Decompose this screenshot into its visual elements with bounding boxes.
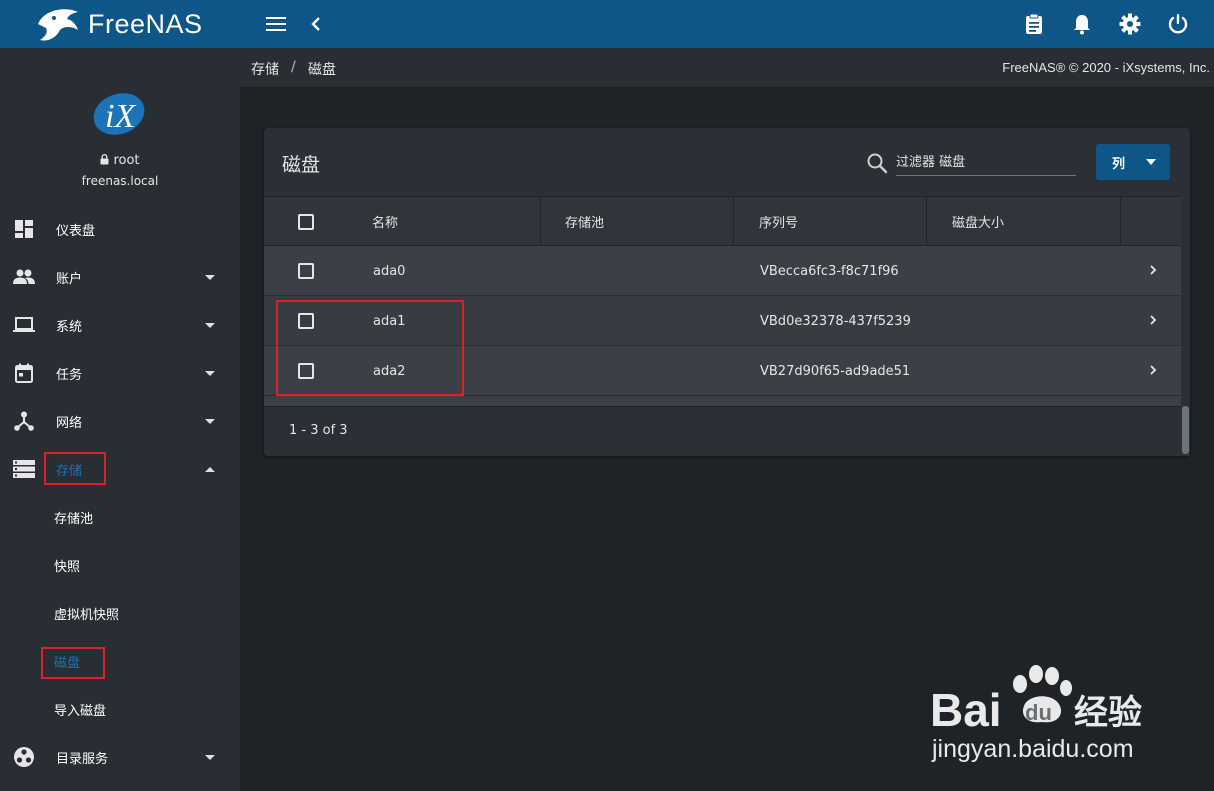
sidebar-item-accounts[interactable]: 账户 <box>0 253 240 301</box>
table-footer: 1 - 3 of 3 <box>264 406 1181 456</box>
sidebar-item-label: 系统 <box>56 319 83 335</box>
baidu-jingyan-watermark: Bai du 经验 jingyan.baidu.com <box>930 665 1142 763</box>
watermark-brand: Bai <box>930 684 1002 736</box>
copyright-text: FreeNAS® © 2020 - iXsystems, Inc. <box>1002 60 1210 75</box>
breadcrumb-storage[interactable]: 存储 <box>251 59 279 79</box>
table-scrollbar[interactable] <box>1181 246 1190 456</box>
columns-button[interactable]: 列 <box>1096 144 1170 180</box>
calendar-icon <box>13 362 35 384</box>
chevron-left-icon[interactable] <box>304 12 328 36</box>
column-divider <box>926 197 927 245</box>
profile-panel: iX root freenas.local <box>0 48 240 198</box>
pagination-text: 1 - 3 of 3 <box>289 423 348 438</box>
sidebar-item-label: 账户 <box>56 271 83 287</box>
logo-text: FreeNAS <box>88 8 203 39</box>
chevron-down-icon <box>205 418 215 424</box>
table-row-spacer <box>264 396 1181 406</box>
sidebar-item-tasks[interactable]: 任务 <box>0 349 240 397</box>
bell-icon[interactable] <box>1070 12 1094 36</box>
sidebar-subitem-label: 存储池 <box>54 511 94 527</box>
laptop-icon <box>13 314 35 336</box>
people-icon <box>13 266 35 288</box>
card-title: 磁盘 <box>282 154 321 176</box>
sidebar-subitem-label: 快照 <box>54 559 81 575</box>
breadcrumb-disks: 磁盘 <box>308 62 336 78</box>
row-checkbox[interactable] <box>298 263 314 279</box>
column-header-name[interactable]: 名称 <box>372 197 398 245</box>
column-header-pool[interactable]: 存储池 <box>565 197 604 245</box>
sidebar-subitem-vm-snapshots[interactable]: 虚拟机快照 <box>0 589 240 637</box>
breadcrumb-separator: / <box>291 59 296 75</box>
disk-serial: VBecca6fc3-f8c71f96 <box>760 263 899 279</box>
sidebar: iX root freenas.local 仪表盘 账户 系统 任务 网络 存储… <box>0 48 240 791</box>
highlight-box <box>41 647 105 679</box>
chevron-right-icon[interactable] <box>1147 260 1159 280</box>
watermark-brand-suffix: 经验 <box>1074 693 1142 733</box>
column-divider <box>1120 197 1121 245</box>
sidebar-item-label: 网络 <box>56 415 83 431</box>
user-line: root <box>0 153 240 168</box>
search-icon <box>867 153 888 174</box>
chevron-down-icon <box>205 274 215 280</box>
chevron-right-icon[interactable] <box>1147 360 1159 380</box>
ixsystems-logo-icon: iX <box>93 93 145 135</box>
sidebar-item-storage[interactable]: 存储 <box>0 445 240 493</box>
hamburger-menu-icon[interactable] <box>264 12 288 36</box>
sidebar-subitem-label: 虚拟机快照 <box>54 607 120 623</box>
sidebar-item-network[interactable]: 网络 <box>0 397 240 445</box>
sidebar-subitem-label: 导入磁盘 <box>54 703 107 719</box>
gear-icon[interactable] <box>1118 12 1142 36</box>
column-divider <box>540 197 541 245</box>
disks-card: 磁盘 列 名称 存储池 序列号 磁盘大小 ada0 VBecca6fc3-f8c… <box>264 128 1190 456</box>
sidebar-subitem-disks[interactable]: 磁盘 <box>0 637 240 685</box>
sidebar-subitem-import-disk[interactable]: 导入磁盘 <box>0 685 240 733</box>
svg-text:iX: iX <box>105 98 136 135</box>
chevron-up-icon <box>205 466 215 472</box>
power-icon[interactable] <box>1166 12 1190 36</box>
column-divider <box>733 197 734 245</box>
lock-icon <box>100 154 109 165</box>
column-header-serial[interactable]: 序列号 <box>759 197 798 245</box>
dashboard-icon <box>13 218 35 240</box>
chevron-down-icon <box>205 370 215 376</box>
directory-icon <box>13 746 35 768</box>
sidebar-item-directory-services[interactable]: 目录服务 <box>0 733 240 781</box>
watermark-brand-du: du <box>1025 700 1052 725</box>
chevron-right-icon[interactable] <box>1147 310 1159 330</box>
chevron-down-icon <box>205 322 215 328</box>
highlight-box <box>44 452 106 485</box>
hostname: freenas.local <box>81 174 159 188</box>
network-icon <box>13 410 35 432</box>
select-all-checkbox[interactable] <box>298 214 314 230</box>
storage-icon <box>13 458 35 480</box>
caret-down-icon <box>1146 159 1156 165</box>
disk-serial: VBd0e32378-437f5239 <box>760 313 911 329</box>
logo[interactable]: FreeNAS <box>0 0 240 48</box>
disk-serial: VB27d90f65-ad9ade51 <box>760 363 911 379</box>
sidebar-item-system[interactable]: 系统 <box>0 301 240 349</box>
disk-name: ada0 <box>373 263 406 279</box>
watermark-url: jingyan.baidu.com <box>931 735 1134 763</box>
chevron-down-icon <box>205 754 215 760</box>
sidebar-item-label: 任务 <box>56 367 83 383</box>
search-input[interactable] <box>896 150 1076 176</box>
username: root <box>113 153 140 168</box>
sidebar-subitem-snapshots[interactable]: 快照 <box>0 541 240 589</box>
sidebar-subitem-pools[interactable]: 存储池 <box>0 493 240 541</box>
clipboard-icon[interactable] <box>1022 12 1046 36</box>
highlight-box <box>276 300 464 396</box>
sidebar-item-label: 目录服务 <box>56 751 109 767</box>
table-header: 名称 存储池 序列号 磁盘大小 <box>264 196 1181 246</box>
columns-button-label: 列 <box>1112 156 1126 172</box>
breadcrumb: 存储 / 磁盘 FreeNAS® © 2020 - iXsystems, Inc… <box>240 48 1214 88</box>
top-bar: FreeNAS <box>0 0 1214 48</box>
column-header-size[interactable]: 磁盘大小 <box>952 197 1004 245</box>
sidebar-item-label: 仪表盘 <box>56 223 96 239</box>
sidebar-item-dashboard[interactable]: 仪表盘 <box>0 205 240 253</box>
freenas-shark-logo-icon <box>38 9 78 41</box>
scrollbar-thumb[interactable] <box>1182 406 1189 454</box>
table-row[interactable]: ada0 VBecca6fc3-f8c71f96 <box>264 246 1181 296</box>
